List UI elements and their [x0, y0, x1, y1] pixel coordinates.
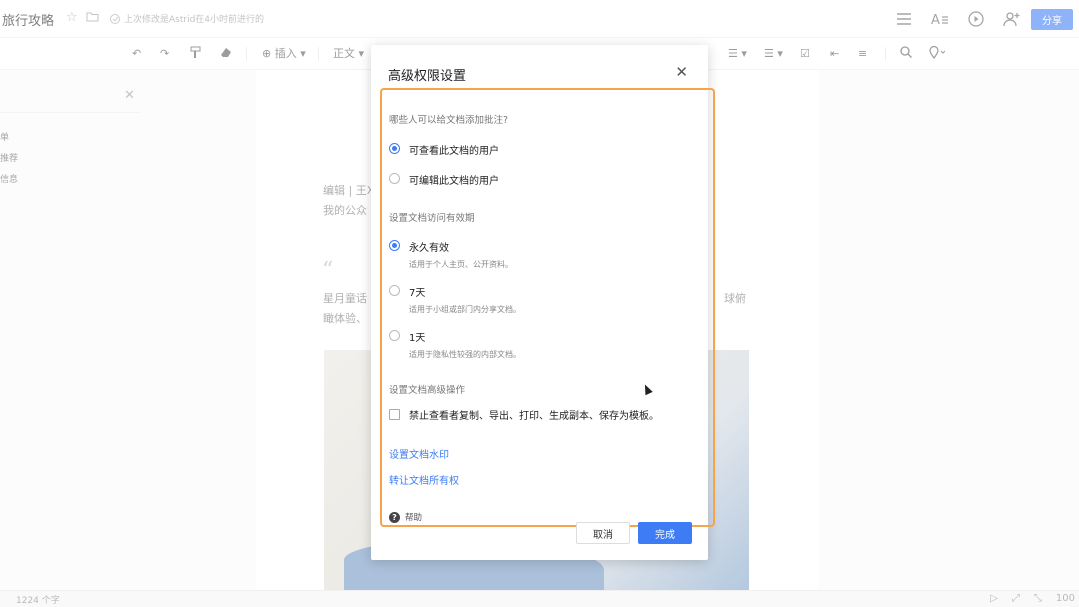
help-icon: ?	[389, 511, 400, 523]
radio-description: 适用于隐私性较强的内部文档。	[409, 350, 521, 359]
radio-editors-can-comment[interactable]: 可编辑此文档的用户	[389, 172, 499, 187]
dialog-body: 哪些人可以给文档添加批注? 可查看此文档的用户 可编辑此文档的用户 设置文档访问…	[380, 88, 715, 527]
watermark-link[interactable]: 设置文档水印	[389, 446, 449, 461]
radio-text: 1天 适用于隐私性较强的内部文档。	[409, 329, 521, 360]
radio-button[interactable]	[389, 285, 400, 296]
radio-description: 适用于小组或部门内分享文档。	[409, 305, 521, 314]
cancel-button[interactable]: 取消	[576, 522, 630, 544]
radio-validity-7-days[interactable]: 7天 适用于小组或部门内分享文档。	[389, 284, 521, 315]
radio-label: 永久有效	[409, 243, 449, 254]
dialog-title: 高级权限设置	[388, 69, 467, 84]
radio-viewers-can-comment[interactable]: 可查看此文档的用户	[389, 142, 499, 157]
radio-label: 可查看此文档的用户	[409, 146, 499, 157]
close-icon[interactable]: ✕	[675, 63, 688, 81]
checkbox[interactable]	[389, 409, 400, 420]
radio-validity-1-day[interactable]: 1天 适用于隐私性较强的内部文档。	[389, 329, 521, 360]
help-link[interactable]: ? 帮助	[389, 511, 422, 523]
radio-button[interactable]	[389, 240, 400, 251]
radio-description: 适用于个人主页、公开资料。	[409, 260, 513, 269]
advanced-section-label: 设置文档高级操作	[389, 385, 466, 396]
radio-button[interactable]	[389, 143, 400, 154]
radio-text: 7天 适用于小组或部门内分享文档。	[409, 284, 521, 315]
advanced-permissions-dialog: 高级权限设置 ✕ 哪些人可以给文档添加批注? 可查看此文档的用户 可编辑此文档的…	[371, 45, 715, 560]
comment-permission-label: 哪些人可以给文档添加批注?	[389, 115, 509, 126]
radio-button[interactable]	[389, 330, 400, 341]
radio-label: 7天	[409, 288, 426, 299]
radio-label: 1天	[409, 333, 426, 344]
transfer-ownership-link[interactable]: 转让文档所有权	[389, 472, 459, 487]
radio-button[interactable]	[389, 173, 400, 184]
help-label: 帮助	[405, 513, 423, 523]
radio-validity-forever[interactable]: 永久有效 适用于个人主页、公开资料。	[389, 239, 513, 270]
radio-text: 永久有效 适用于个人主页、公开资料。	[409, 239, 513, 270]
done-button[interactable]: 完成	[638, 522, 692, 544]
validity-section-label: 设置文档访问有效期	[389, 213, 475, 224]
checkbox-label: 禁止查看者复制、导出、打印、生成副本、保存为模板。	[409, 411, 659, 422]
radio-label: 可编辑此文档的用户	[409, 176, 499, 187]
disable-copy-checkbox[interactable]: 禁止查看者复制、导出、打印、生成副本、保存为模板。	[389, 407, 659, 422]
